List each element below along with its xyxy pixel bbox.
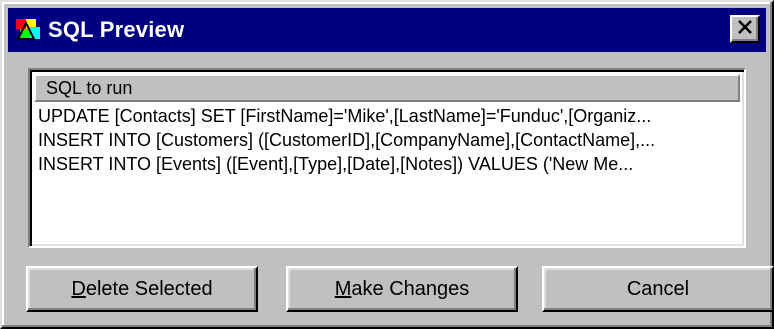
list-item[interactable]: INSERT INTO [Events] ([Event],[Type],[Da…	[38, 152, 738, 176]
window-title: SQL Preview	[48, 17, 185, 42]
delete-selected-mnemonic: D	[71, 277, 86, 300]
make-changes-button[interactable]: Make Changes	[286, 266, 518, 312]
close-button[interactable]	[730, 15, 760, 43]
title-bar[interactable]: SQL Preview	[8, 8, 766, 52]
cancel-button[interactable]: Cancel	[542, 266, 774, 312]
make-changes-label: ake Changes	[351, 277, 470, 300]
column-header-sql-to-run[interactable]: SQL to run	[34, 74, 740, 102]
list-item[interactable]: INSERT INTO [Customers] ([CustomerID],[C…	[38, 128, 738, 152]
close-x-icon	[737, 19, 753, 39]
sql-list[interactable]: SQL to run UPDATE [Contacts] SET [FirstN…	[28, 68, 746, 248]
list-rows: UPDATE [Contacts] SET [FirstName]='Mike'…	[38, 104, 738, 176]
make-changes-mnemonic: M	[334, 277, 352, 300]
delete-selected-button[interactable]: Delete Selected	[26, 266, 258, 312]
delete-selected-label: elete Selected	[85, 277, 213, 300]
sql-preview-dialog: SQL Preview SQL to run UPDATE [Contacts]…	[0, 0, 774, 329]
colorful-app-icon	[14, 15, 44, 45]
cancel-label: Cancel	[626, 277, 690, 300]
list-item[interactable]: UPDATE [Contacts] SET [FirstName]='Mike'…	[38, 104, 738, 128]
